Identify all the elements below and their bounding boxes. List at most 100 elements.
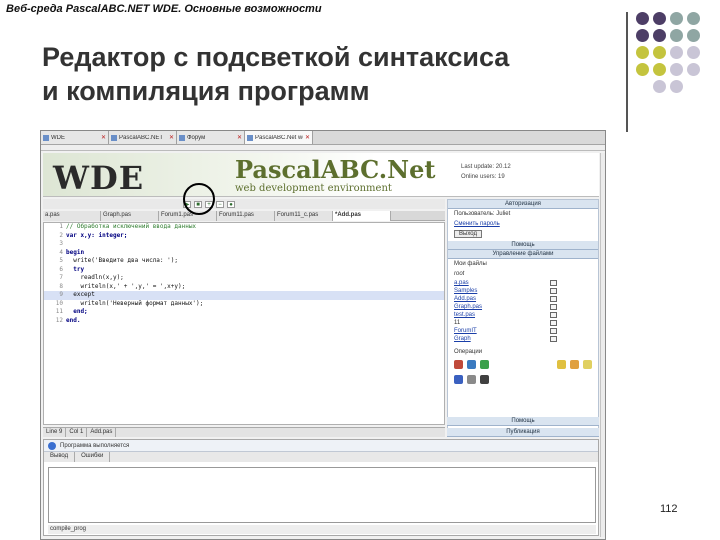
tree-item-checkbox[interactable] [550,336,557,342]
file-tab[interactable]: Forum11_c.pas [275,211,333,221]
right-sidebar: Авторизация Пользователь: Juliet Сменить… [447,199,599,437]
output-textarea[interactable] [48,467,596,523]
decor-dot [653,46,666,59]
tree-item-name[interactable]: ForumIT [454,328,550,334]
output-status: compile_prog [48,525,596,534]
browser-tab[interactable]: PascalABC.Net web development✕ [245,131,313,144]
browser-tab[interactable]: WDE ✕ [41,131,109,144]
new-file-icon[interactable] [454,360,463,369]
line-number: 3 [59,240,63,247]
tree-item[interactable]: 11 [448,319,598,327]
tree-item-checkbox[interactable] [550,296,557,302]
folder-icon[interactable] [557,360,566,369]
folder-open-icon[interactable] [570,360,579,369]
help-header[interactable]: Помощь [448,241,598,250]
tree-item-name[interactable]: a.pas [454,280,550,286]
tree-item-name[interactable]: Samples [454,288,550,294]
browser-address-bar[interactable] [41,145,605,151]
browser-tab-label: PascalABC.Net web development [255,134,303,141]
decor-dot [670,80,683,93]
link-icon[interactable] [467,375,476,384]
page-icon [111,134,117,141]
file-tab[interactable]: Graph.pas [101,211,159,221]
line-number: 8 [59,282,63,290]
decor-dot [687,80,700,93]
browser-tab[interactable]: PascalABC.NET ✕ [109,131,177,144]
toolbar-button[interactable]: ● [227,200,235,208]
decor-dot [636,46,649,59]
line-number: 12 [55,316,63,324]
code-line: 12 end. [44,317,444,326]
tree-item[interactable]: a.pas [448,279,598,287]
delete-icon[interactable] [480,375,489,384]
decor-dot-grid [636,12,704,93]
tree-item-name[interactable]: Add.pas [454,296,550,302]
browser-tab-strip: WDE✕PascalABC.NET✕Форум✕PascalABC.Net we… [41,131,605,145]
page-icon [179,134,185,141]
decor-dot [687,29,700,42]
tree-item-name[interactable]: test.pas [454,312,550,318]
tree-item[interactable]: Graph.pas [448,303,598,311]
tree-item-checkbox[interactable] [550,280,557,286]
toolbar-button[interactable]: − [216,200,224,208]
decor-dot [670,46,683,59]
tree-item-name[interactable]: Graph.pas [454,304,550,310]
sidebar-bottom: Помощь Публикация [447,417,599,437]
close-icon[interactable]: ✕ [305,134,310,141]
code-line: 6 try [44,266,444,275]
status-segment: Add.pas [87,428,117,437]
browser-tab-label: WDE [51,134,65,141]
logout-button[interactable]: Выход [454,230,482,238]
upload-icon[interactable] [467,360,476,369]
decor-dot [670,12,683,25]
tree-item[interactable]: Samples [448,287,598,295]
tree-item-checkbox[interactable] [550,288,557,294]
banner-info-update: Last update: 20.12 [461,164,511,170]
line-number: 10 [55,299,63,307]
decor-dot [670,63,683,76]
output-header: Программа выполняется [44,440,598,452]
tree-item-checkbox[interactable] [550,312,557,318]
globe-icon[interactable] [454,375,463,384]
browser-tab[interactable]: Форум ✕ [177,131,245,144]
file-tab[interactable]: Forum1.pas [159,211,217,221]
pascalabc-logo: PascalABC.Net [235,155,436,184]
status-segment: Col 1 [66,428,88,437]
tree-item[interactable]: Graph [448,335,598,343]
decor-dot [653,29,666,42]
run-icon[interactable] [480,360,489,369]
code-text: end; [66,308,88,315]
line-number: 2 [59,231,63,239]
publish-header[interactable]: Публикация [447,428,599,437]
page-icon [247,134,253,141]
decor-dot [636,80,649,93]
file-tab[interactable]: *Add.pas [333,211,391,221]
decor-dot [687,46,700,59]
change-password-link[interactable]: Сменить пароль [448,219,598,229]
code-editor[interactable]: 1// Обработка исключений ввода данных 2 va… [43,222,445,425]
line-number: 1 [59,223,63,230]
output-panel: Программа выполняется Вывод Ошибки compil… [43,439,599,536]
file-tab[interactable]: Forum11.pas [217,211,275,221]
close-icon[interactable]: ✕ [101,134,106,141]
output-tab[interactable]: Вывод [44,452,76,462]
close-icon[interactable]: ✕ [237,134,242,141]
tree-item[interactable]: Add.pas [448,295,598,303]
operations-label: Операции [454,349,483,355]
output-tab[interactable]: Ошибки [75,452,111,462]
tree-item-checkbox[interactable] [550,304,557,310]
page-scrollbar[interactable] [600,153,605,537]
tree-item-checkbox[interactable] [550,320,557,326]
my-files-label: Мои файлы [454,261,487,267]
line-number: 7 [59,274,63,281]
tree-item-name[interactable]: Graph [454,336,550,342]
file-tab[interactable]: a.pas [43,211,101,221]
tree-item[interactable]: test.pas [448,311,598,319]
close-icon[interactable]: ✕ [169,134,174,141]
tree-item-name[interactable]: 11 [454,320,550,326]
folder-edit-icon[interactable] [583,360,592,369]
tree-item[interactable]: ForumIT [448,327,598,335]
auth-header: Авторизация [448,200,598,209]
tree-item-checkbox[interactable] [550,328,557,334]
tools-header[interactable]: Помощь [447,417,599,426]
